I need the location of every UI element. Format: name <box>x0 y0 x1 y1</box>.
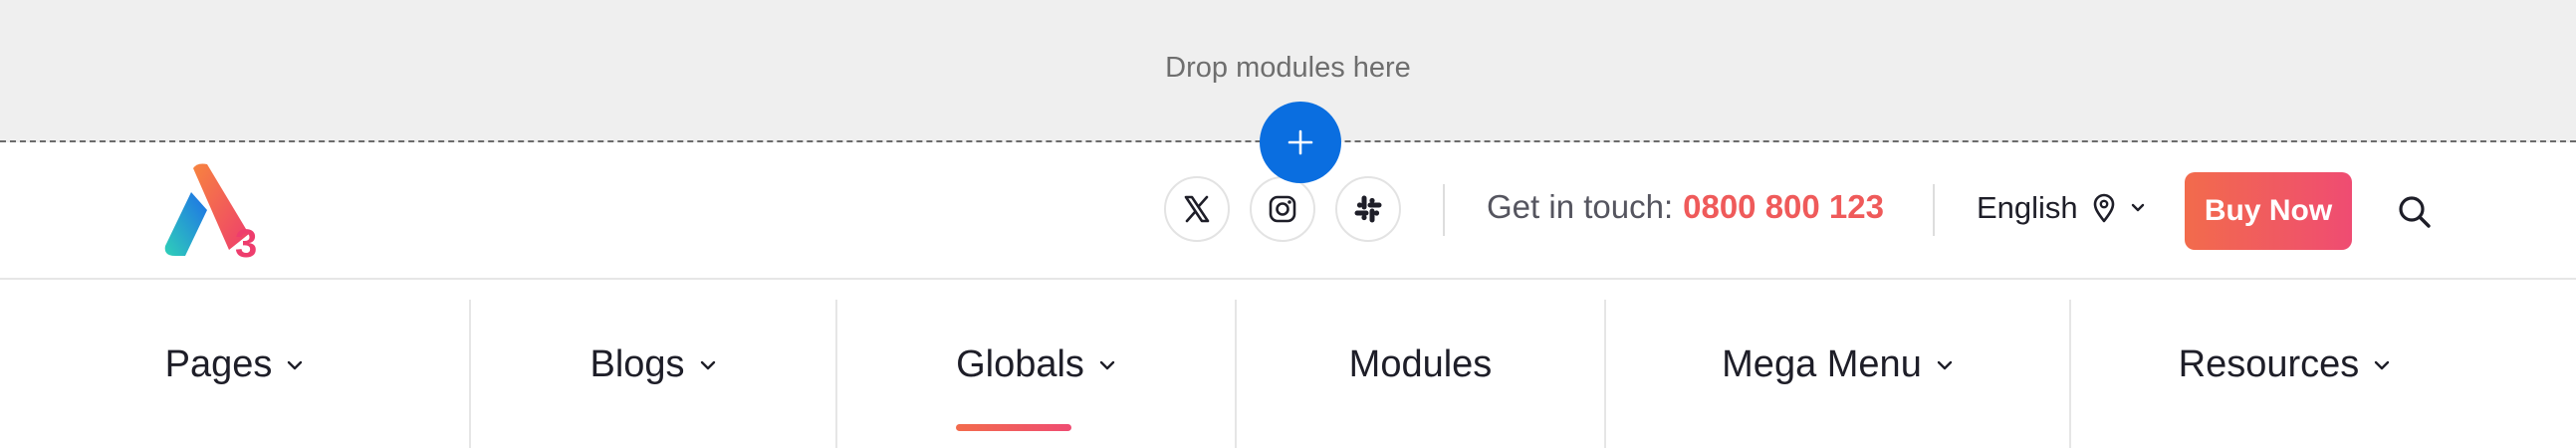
contact-label: Get in touch: <box>1487 188 1674 225</box>
language-selector[interactable]: English <box>1977 190 2146 226</box>
nav-item-label: Mega Menu <box>1722 343 1922 385</box>
chevron-down-icon <box>1099 360 1115 369</box>
add-module-button[interactable] <box>1260 102 1341 183</box>
instagram-social-button[interactable] <box>1250 176 1315 242</box>
nav-item-label: Pages <box>164 343 273 385</box>
chevron-down-icon <box>1937 360 1953 369</box>
plus-icon <box>1288 129 1313 155</box>
chevron-down-icon <box>288 360 303 369</box>
svg-text:3: 3 <box>235 222 257 262</box>
chevron-down-icon <box>700 360 715 369</box>
active-nav-indicator <box>956 424 1071 431</box>
nav-item-resources[interactable]: Resources <box>2071 282 2498 448</box>
buy-now-button[interactable]: Buy Now <box>2185 172 2352 250</box>
header-divider <box>1443 184 1445 236</box>
nav-item-pages[interactable]: Pages <box>0 282 469 448</box>
nav-item-label: Resources <box>2178 343 2360 385</box>
nav-item-modules[interactable]: Modules <box>1237 282 1604 448</box>
nav-item-blogs[interactable]: Blogs <box>471 282 835 448</box>
header-divider <box>1933 184 1935 236</box>
search-icon[interactable] <box>2395 192 2435 232</box>
main-navigation: Pages Blogs Globals Modules Mega Menu Re… <box>0 282 2576 448</box>
contact-phone-link[interactable]: 0800 800 123 <box>1683 188 1884 225</box>
chevron-down-icon <box>2131 203 2144 212</box>
location-pin-icon <box>2093 193 2114 223</box>
chevron-down-icon <box>2375 360 2390 369</box>
nav-item-label: Modules <box>1348 343 1493 385</box>
slack-icon <box>1354 195 1382 223</box>
x-icon <box>1184 195 1210 223</box>
language-label: English <box>1977 190 2078 225</box>
drop-zone-text: Drop modules here <box>1165 52 1411 84</box>
contact-info: Get in touch: 0800 800 123 <box>1487 188 1884 226</box>
slack-social-button[interactable] <box>1335 176 1401 242</box>
nav-item-globals[interactable]: Globals <box>837 282 1235 448</box>
nav-item-label: Globals <box>956 343 1084 385</box>
nav-item-label: Blogs <box>589 343 685 385</box>
nav-item-mega-menu[interactable]: Mega Menu <box>1606 282 2069 448</box>
x-social-button[interactable] <box>1164 176 1230 242</box>
instagram-icon <box>1269 195 1296 223</box>
a3-logo-icon[interactable]: 3 <box>163 162 275 266</box>
